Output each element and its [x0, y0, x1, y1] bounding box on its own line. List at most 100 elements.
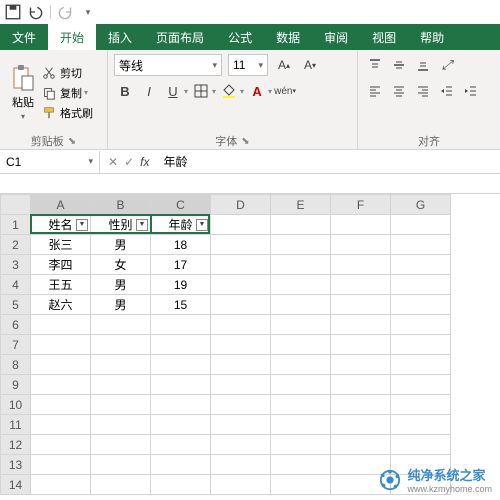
cell[interactable]	[391, 295, 451, 315]
increase-font-button[interactable]: A▴	[274, 54, 294, 76]
tab-page-layout[interactable]: 页面布局	[144, 24, 216, 50]
tab-formulas[interactable]: 公式	[216, 24, 264, 50]
cell[interactable]	[331, 255, 391, 275]
cell[interactable]	[391, 335, 451, 355]
cell[interactable]	[91, 475, 151, 495]
align-bottom-button[interactable]	[412, 54, 434, 76]
cell[interactable]: 姓名▼	[31, 215, 91, 235]
row-header[interactable]: 8	[1, 355, 31, 375]
underline-button[interactable]: U	[162, 80, 184, 102]
row-header[interactable]: 11	[1, 415, 31, 435]
row-header[interactable]: 9	[1, 375, 31, 395]
dialog-launcher-icon[interactable]: ⬊	[241, 136, 249, 147]
tab-file[interactable]: 文件	[0, 24, 48, 50]
enter-formula-icon[interactable]: ✓	[124, 155, 134, 169]
cell[interactable]	[331, 275, 391, 295]
cell[interactable]	[91, 395, 151, 415]
column-header[interactable]: G	[391, 195, 451, 215]
align-top-button[interactable]	[364, 54, 386, 76]
decrease-indent-button[interactable]	[436, 80, 458, 102]
chevron-down-icon[interactable]: ▾	[240, 87, 244, 96]
tab-home[interactable]: 开始	[48, 24, 96, 50]
row-header[interactable]: 3	[1, 255, 31, 275]
cell[interactable]	[151, 395, 211, 415]
column-header[interactable]: C	[151, 195, 211, 215]
cell[interactable]	[211, 455, 271, 475]
tab-help[interactable]: 帮助	[408, 24, 456, 50]
cell[interactable]	[31, 315, 91, 335]
cell[interactable]	[31, 375, 91, 395]
select-all-corner[interactable]	[1, 195, 31, 215]
cell[interactable]: 男	[91, 275, 151, 295]
cell[interactable]: 李四	[31, 255, 91, 275]
cell[interactable]: 15	[151, 295, 211, 315]
cell[interactable]	[91, 335, 151, 355]
cell[interactable]	[211, 215, 271, 235]
row-header[interactable]: 1	[1, 215, 31, 235]
cell[interactable]	[211, 255, 271, 275]
cell[interactable]	[391, 215, 451, 235]
cell[interactable]	[211, 355, 271, 375]
filter-dropdown-icon[interactable]: ▼	[76, 219, 88, 231]
row-header[interactable]: 2	[1, 235, 31, 255]
tab-review[interactable]: 审阅	[312, 24, 360, 50]
cell[interactable]: 男	[91, 235, 151, 255]
align-left-button[interactable]	[364, 80, 386, 102]
cell[interactable]	[331, 435, 391, 455]
cell[interactable]	[391, 255, 451, 275]
fx-icon[interactable]: fx	[140, 155, 149, 169]
cell[interactable]: 赵六	[31, 295, 91, 315]
cell[interactable]	[91, 315, 151, 335]
cell[interactable]	[31, 455, 91, 475]
cell[interactable]	[271, 295, 331, 315]
row-header[interactable]: 4	[1, 275, 31, 295]
cell[interactable]	[31, 335, 91, 355]
cell[interactable]: 18	[151, 235, 211, 255]
cell[interactable]	[331, 335, 391, 355]
increase-indent-button[interactable]	[460, 80, 482, 102]
cell[interactable]	[331, 295, 391, 315]
cell[interactable]	[211, 415, 271, 435]
cell[interactable]	[31, 355, 91, 375]
cell[interactable]	[151, 435, 211, 455]
cell[interactable]: 17	[151, 255, 211, 275]
cell[interactable]	[151, 375, 211, 395]
row-header[interactable]: 12	[1, 435, 31, 455]
cell[interactable]	[151, 455, 211, 475]
filter-dropdown-icon[interactable]: ▼	[136, 219, 148, 231]
cell[interactable]	[391, 395, 451, 415]
cell[interactable]	[211, 475, 271, 495]
row-header[interactable]: 13	[1, 455, 31, 475]
cell[interactable]	[271, 335, 331, 355]
cell[interactable]	[31, 415, 91, 435]
cell[interactable]	[151, 475, 211, 495]
column-header[interactable]: A	[31, 195, 91, 215]
cell[interactable]	[31, 475, 91, 495]
cell[interactable]	[331, 395, 391, 415]
cell[interactable]	[211, 315, 271, 335]
cell[interactable]: 19	[151, 275, 211, 295]
orientation-button[interactable]: ⤢	[436, 54, 458, 76]
undo-icon[interactable]	[26, 3, 44, 21]
cell[interactable]	[211, 295, 271, 315]
cell[interactable]	[211, 275, 271, 295]
row-header[interactable]: 6	[1, 315, 31, 335]
cell[interactable]	[211, 335, 271, 355]
cell[interactable]	[151, 355, 211, 375]
cell[interactable]	[91, 455, 151, 475]
cell[interactable]	[391, 355, 451, 375]
cell[interactable]: 女	[91, 255, 151, 275]
cell[interactable]	[211, 375, 271, 395]
cell[interactable]	[271, 275, 331, 295]
format-painter-button[interactable]: 格式刷	[40, 104, 95, 122]
column-header[interactable]: E	[271, 195, 331, 215]
align-middle-button[interactable]	[388, 54, 410, 76]
cell[interactable]	[271, 435, 331, 455]
cell[interactable]	[211, 235, 271, 255]
cell[interactable]	[91, 435, 151, 455]
cell[interactable]	[31, 435, 91, 455]
cell[interactable]	[331, 315, 391, 335]
cancel-formula-icon[interactable]: ✕	[108, 155, 118, 169]
chevron-down-icon[interactable]: ▾	[212, 87, 216, 96]
align-right-button[interactable]	[412, 80, 434, 102]
